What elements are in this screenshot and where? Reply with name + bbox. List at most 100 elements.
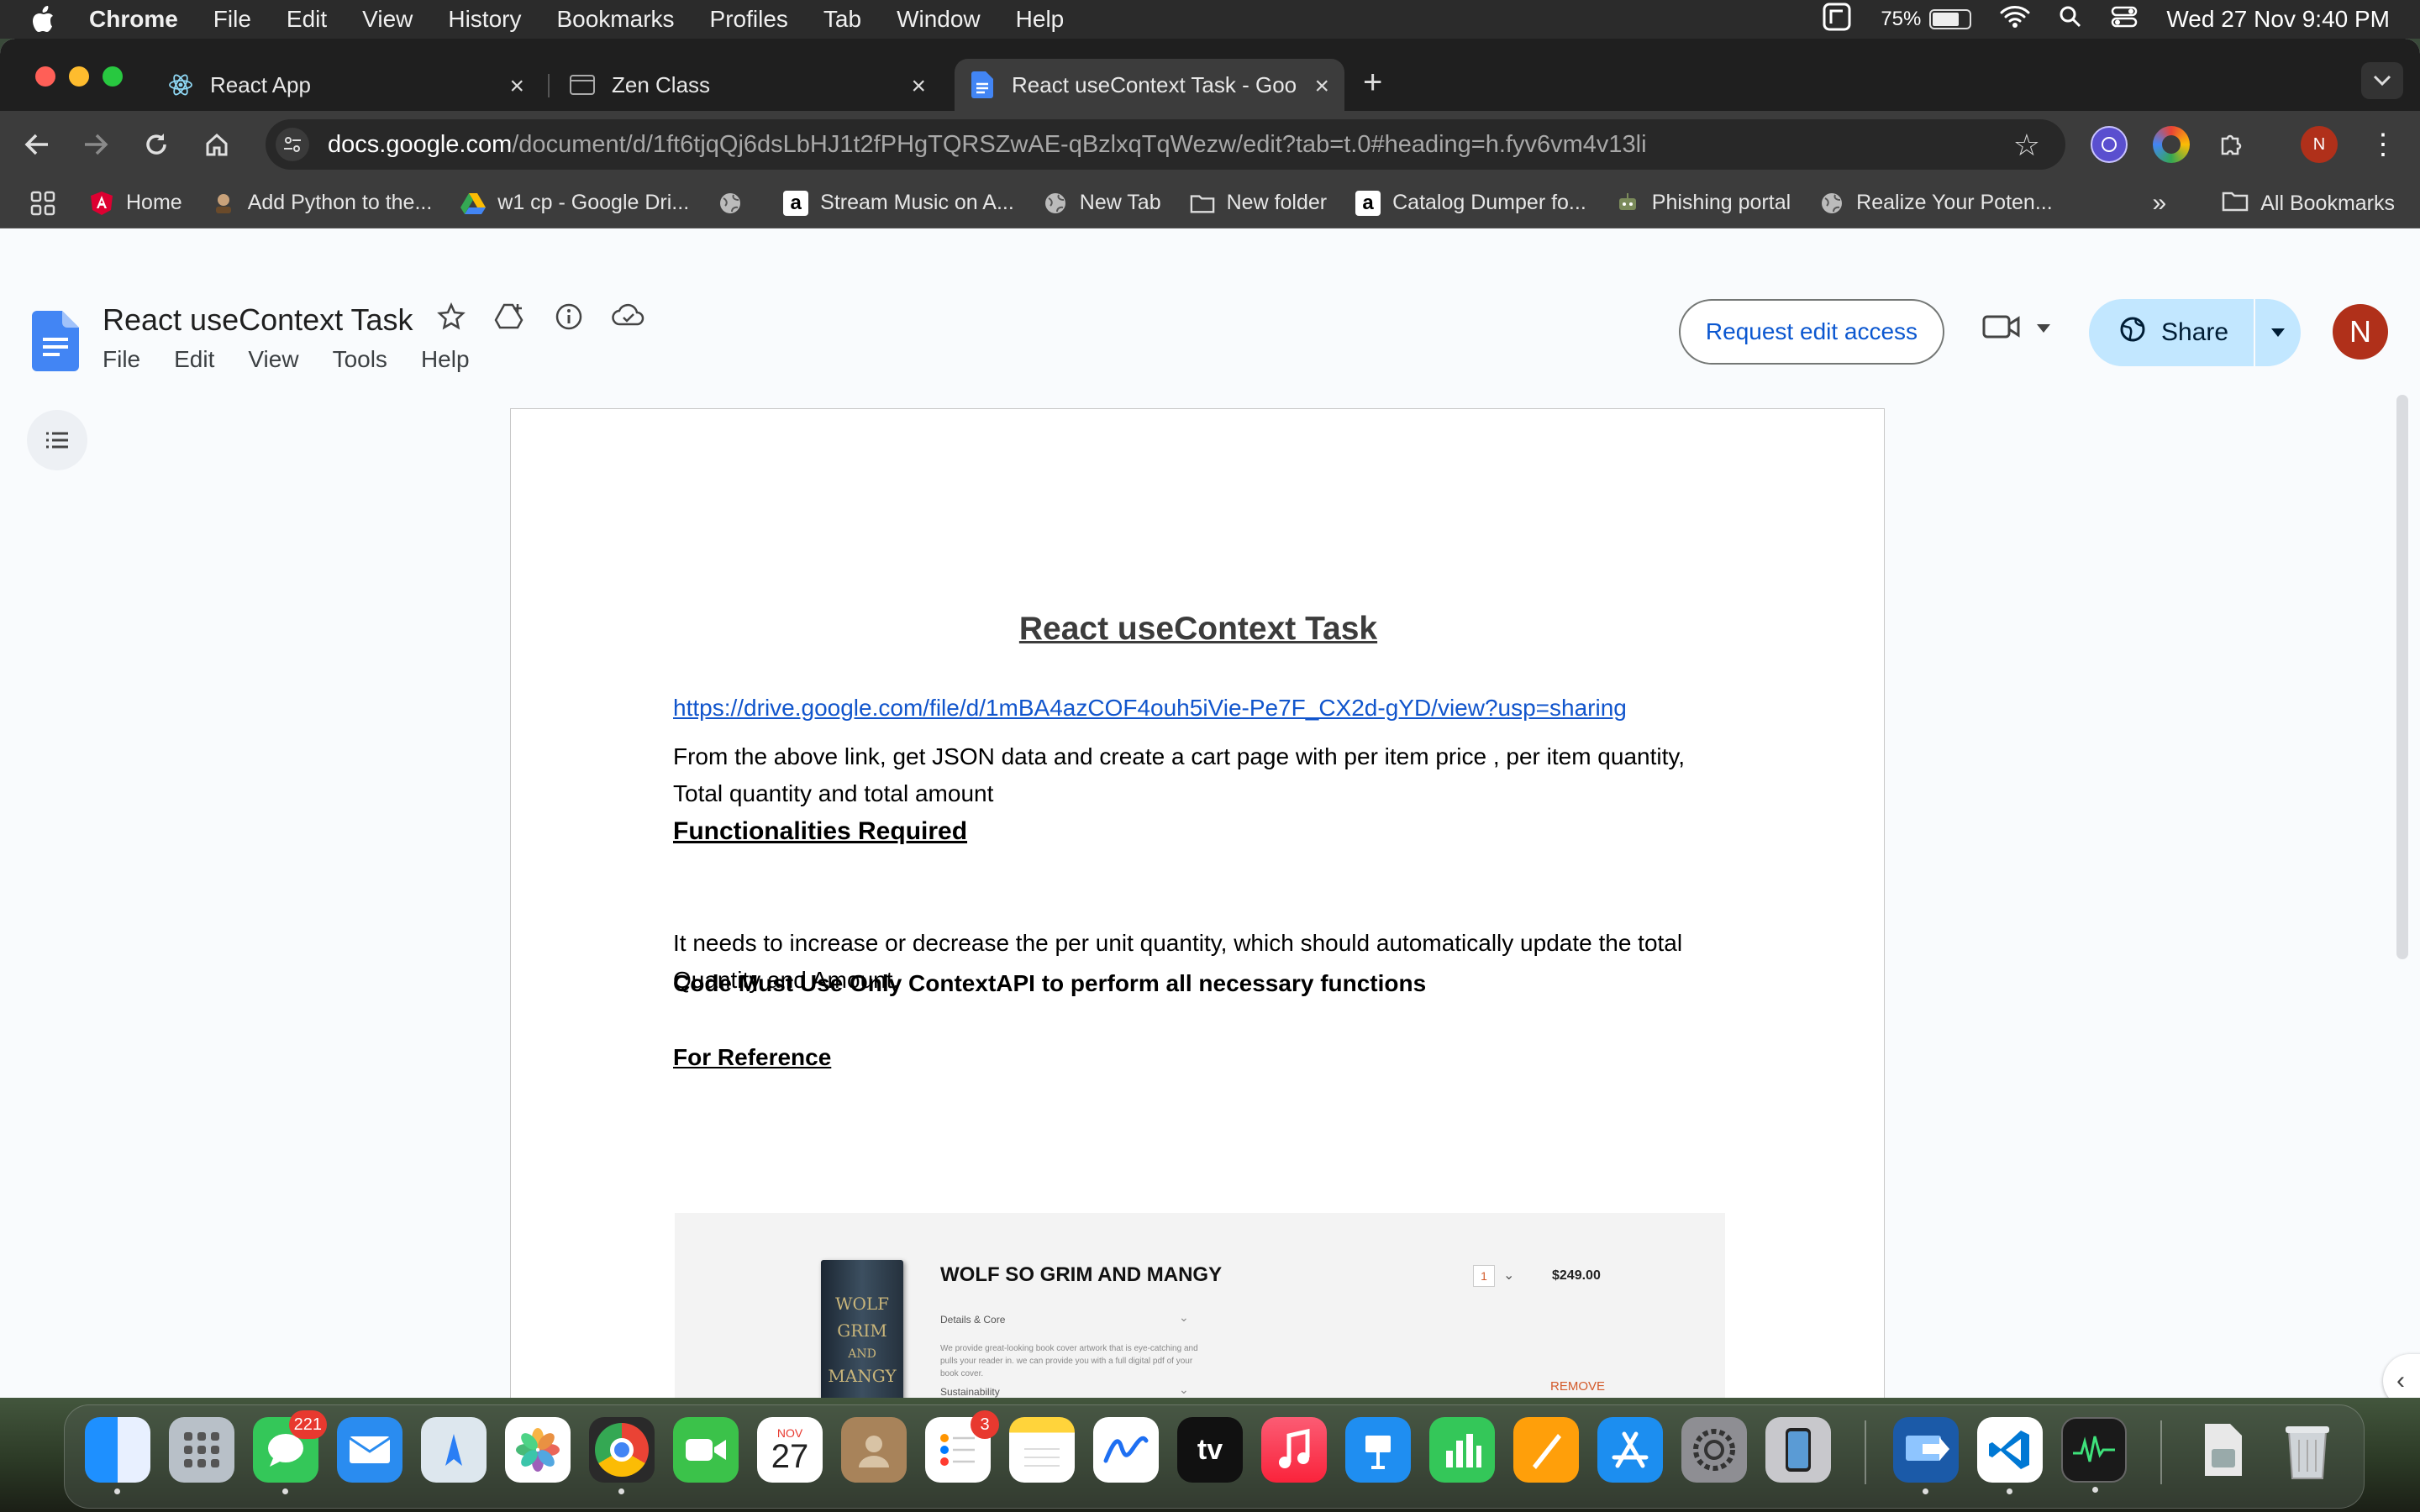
extension-icon[interactable] — [2091, 126, 2128, 163]
bookmark-new-folder[interactable]: New folder — [1190, 191, 1327, 216]
finder-icon[interactable] — [85, 1417, 150, 1494]
new-tab-plus-icon[interactable]: + — [1363, 64, 1382, 102]
json-data-link[interactable]: https://drive.google.com/file/d/1mBA4azC… — [673, 695, 1627, 722]
star-icon[interactable] — [437, 302, 466, 335]
tab-react-app[interactable]: React App × — [153, 59, 539, 111]
side-panel-chevron-icon[interactable]: ‹ — [2383, 1354, 2420, 1398]
close-tab-icon[interactable]: × — [509, 72, 524, 101]
numbers-icon[interactable] — [1429, 1417, 1495, 1483]
menu-app-name[interactable]: Chrome — [89, 6, 178, 33]
menu-tab[interactable]: Tab — [823, 6, 861, 33]
messages-icon[interactable]: 221 — [253, 1410, 327, 1494]
bookmark-stream-music[interactable]: a Stream Music on A... — [783, 190, 1014, 216]
document-title[interactable]: React useContext Task — [103, 302, 413, 338]
screen-share-icon[interactable] — [1822, 2, 1852, 38]
request-edit-access-button[interactable]: Request edit access — [1679, 299, 1944, 365]
menu-profiles[interactable]: Profiles — [710, 6, 788, 33]
bookmark-star-icon[interactable]: ☆ — [2013, 128, 2040, 163]
profile-avatar[interactable]: N — [2301, 126, 2338, 163]
vertical-scrollbar[interactable] — [2396, 395, 2408, 959]
docs-logo-icon[interactable] — [32, 311, 79, 375]
reminders-icon[interactable]: 3 — [925, 1410, 999, 1483]
bookmark-home[interactable]: Home — [89, 191, 182, 216]
meet-button[interactable] — [1981, 312, 2050, 345]
activity-monitor-icon[interactable] — [2061, 1417, 2127, 1493]
document-details-info-icon[interactable] — [555, 302, 583, 335]
all-bookmarks-link[interactable]: All Bookmarks — [2260, 192, 2395, 216]
bookmark-w1-cp-drive[interactable]: w1 cp - Google Dri... — [460, 191, 689, 216]
control-center-icon[interactable] — [2111, 5, 2138, 34]
facetime-icon[interactable] — [673, 1417, 739, 1483]
account-avatar[interactable]: N — [2333, 304, 2388, 360]
site-settings-icon[interactable] — [276, 128, 309, 161]
maps-icon[interactable] — [421, 1417, 487, 1483]
menu-window[interactable]: Window — [897, 6, 981, 33]
address-bar[interactable]: docs.google.com/document/d/1ft6tjqQj6dsL… — [266, 119, 2065, 170]
share-dropdown-caret-icon[interactable] — [2255, 328, 2301, 337]
music-icon[interactable] — [1261, 1417, 1327, 1483]
forward-arrow-icon[interactable] — [74, 123, 118, 166]
freeform-icon[interactable] — [1093, 1417, 1159, 1483]
chrome-icon[interactable] — [589, 1417, 655, 1494]
downloads-stack-icon[interactable] — [2191, 1417, 2256, 1483]
docs-menu-tools[interactable]: Tools — [333, 346, 387, 373]
more-menu-icon[interactable]: ⋮ — [2365, 126, 2402, 163]
app-store-icon[interactable] — [1597, 1417, 1663, 1483]
document-outline-icon[interactable] — [27, 410, 87, 470]
docs-menu-help[interactable]: Help — [421, 346, 470, 373]
photos-icon[interactable] — [505, 1417, 571, 1483]
contacts-icon[interactable] — [841, 1417, 907, 1483]
apple-icon[interactable] — [30, 5, 64, 34]
keynote-icon[interactable] — [1345, 1417, 1411, 1483]
menu-bookmarks[interactable]: Bookmarks — [556, 6, 674, 33]
menu-view[interactable]: View — [362, 6, 413, 33]
menu-history[interactable]: History — [448, 6, 521, 33]
tab-react-usecontext-task[interactable]: React useContext Task - Goo × — [955, 59, 1344, 111]
menu-file[interactable]: File — [213, 6, 251, 33]
share-button[interactable]: Share — [2089, 299, 2255, 366]
close-tab-icon[interactable]: × — [1309, 72, 1329, 101]
vscode-icon[interactable] — [1977, 1417, 2043, 1494]
trash-icon[interactable] — [2275, 1417, 2340, 1483]
menu-help[interactable]: Help — [1016, 6, 1065, 33]
move-to-drive-icon[interactable] — [494, 302, 526, 335]
bookmark-phishing-portal[interactable]: Phishing portal — [1615, 191, 1791, 216]
docs-menu-edit[interactable]: Edit — [174, 346, 214, 373]
menu-edit[interactable]: Edit — [287, 6, 327, 33]
iphone-mirroring-icon[interactable] — [1765, 1417, 1831, 1483]
tab-zen-class[interactable]: Zen Class × — [555, 59, 941, 111]
extensions-puzzle-icon[interactable] — [2213, 126, 2250, 163]
apple-tv-icon[interactable]: tv — [1177, 1417, 1243, 1483]
launchpad-icon[interactable] — [169, 1417, 234, 1483]
zoom-window-button[interactable] — [103, 66, 123, 87]
battery-status[interactable]: 75% — [1881, 8, 1972, 31]
notes-icon[interactable] — [1009, 1417, 1075, 1483]
system-settings-icon[interactable] — [1681, 1417, 1747, 1483]
reload-icon[interactable] — [134, 123, 178, 166]
wifi-icon[interactable] — [2000, 5, 2030, 34]
docs-menu-file[interactable]: File — [103, 346, 140, 373]
close-tab-icon[interactable]: × — [911, 72, 926, 101]
minimize-window-button[interactable] — [69, 66, 89, 87]
close-window-button[interactable] — [35, 66, 55, 87]
cloud-saved-icon[interactable] — [612, 302, 645, 335]
mail-icon[interactable] — [337, 1417, 402, 1483]
bookmark-add-python[interactable]: Add Python to the... — [211, 191, 432, 216]
bookmark-catalog-dumper[interactable]: a Catalog Dumper fo... — [1355, 190, 1586, 216]
color-picker-extension-icon[interactable] — [2153, 126, 2190, 163]
bookmark-new-tab[interactable]: New Tab — [1043, 191, 1161, 216]
tab-search-chevron-icon[interactable] — [2361, 62, 2403, 99]
docs-menu-view[interactable]: View — [248, 346, 298, 373]
bookmark-globe[interactable] — [718, 191, 755, 216]
home-icon[interactable] — [195, 123, 239, 166]
bookmark-realize-potential[interactable]: Realize Your Poten... — [1819, 191, 2053, 216]
apps-grid-icon[interactable] — [30, 191, 55, 216]
pages-icon[interactable] — [1513, 1417, 1579, 1483]
more-bookmarks-chevron-icon[interactable]: » — [2153, 189, 2167, 218]
calendar-icon[interactable]: NOV 27 — [757, 1417, 823, 1483]
spotlight-search-icon[interactable] — [2059, 5, 2082, 34]
menu-clock[interactable]: Wed 27 Nov 9:40 PM — [2166, 6, 2390, 33]
screen-sharing-icon[interactable] — [1893, 1417, 1959, 1494]
back-arrow-icon[interactable] — [15, 123, 59, 166]
reference-cart-image[interactable]: WOLF GRIM AND MANGY WOLF SO GRIM AND MAN… — [675, 1213, 1725, 1398]
